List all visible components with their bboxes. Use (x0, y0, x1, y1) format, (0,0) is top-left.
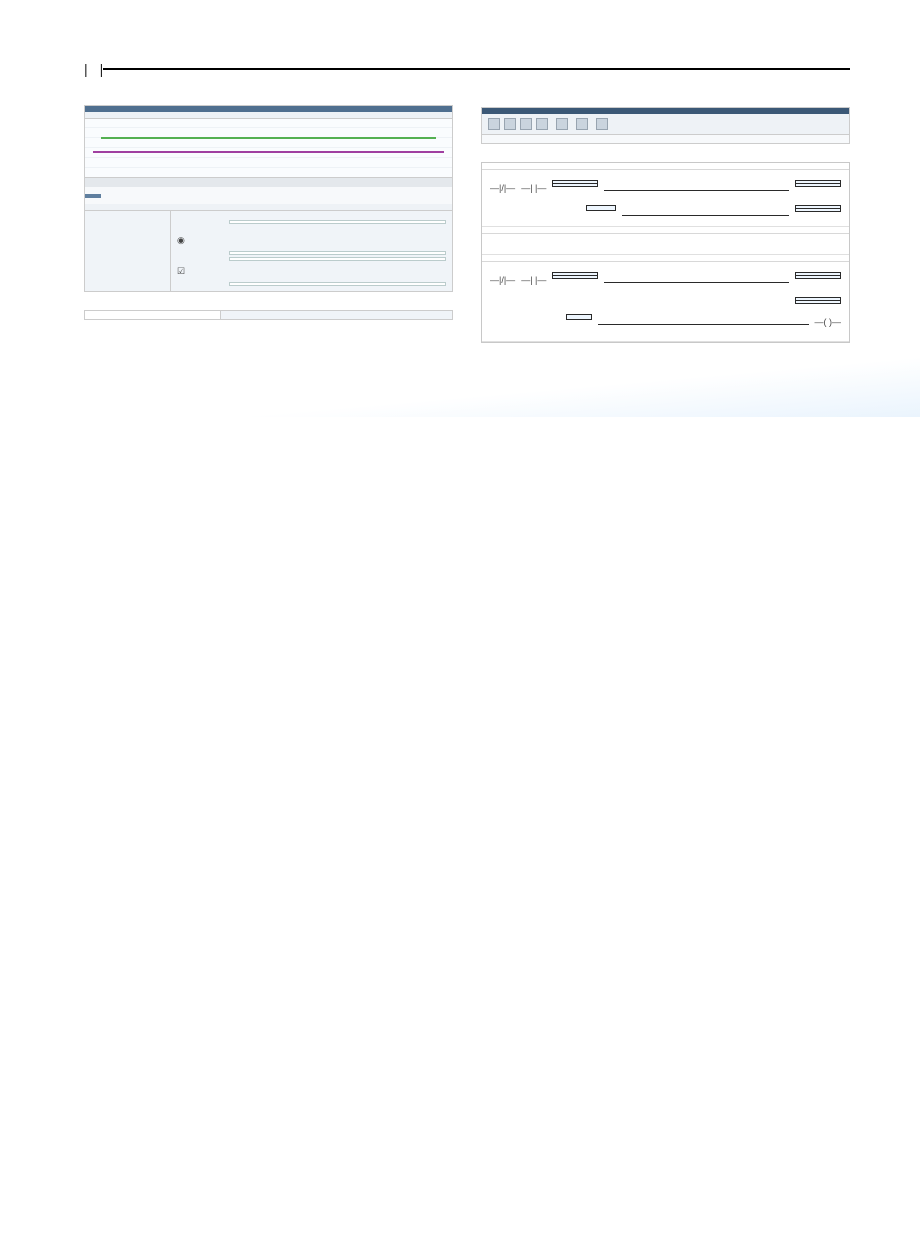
toolbar-icon[interactable] (504, 118, 516, 130)
fig6-box-move1 (795, 205, 841, 212)
fig3-mask-value[interactable] (229, 257, 446, 261)
fig6-network-5: —|/|— —| |— (482, 174, 849, 227)
right-column: —|/|— —| |— (481, 105, 850, 361)
fig3-main-panel: ◉ ☑ (171, 211, 452, 291)
toolbar-icon[interactable] (556, 118, 568, 130)
fig3-toolbar[interactable] (85, 112, 452, 119)
fig6-box-ptrig (552, 180, 598, 187)
toolbar-icon[interactable] (596, 118, 608, 130)
fig6-seg6-title[interactable] (482, 227, 849, 234)
toolbar-icon[interactable] (488, 118, 500, 130)
fig3-scrollbar[interactable] (85, 177, 452, 187)
header-rule (103, 68, 850, 70)
fig3-tabs[interactable] (85, 204, 452, 211)
fig6-seg5-title[interactable] (482, 163, 849, 170)
fig6-box-ptrig2 (552, 272, 598, 279)
fig6-network-7: —|/|— —| |— (482, 266, 849, 342)
left-column: ◉ ☑ (84, 105, 453, 361)
fig6-cmp2-box (566, 314, 592, 320)
fig3-side-tree[interactable] (85, 211, 171, 291)
toolbar-icon[interactable] (520, 118, 532, 130)
page-header: | | (84, 56, 850, 83)
figure-4 (84, 310, 453, 320)
toolbar-icon[interactable] (576, 118, 588, 130)
fig3-network-canvas[interactable] (85, 119, 452, 177)
fig3-panel-title[interactable] (85, 194, 101, 198)
figure-5 (481, 107, 850, 144)
fig3-subnet-value[interactable] (229, 220, 446, 224)
fig6-box-move2 (795, 272, 841, 279)
fig6-seg6-code (482, 238, 849, 255)
fig4-properties (221, 311, 452, 319)
fig6-box-move3 (795, 297, 841, 304)
fig3-ip-value[interactable] (229, 251, 446, 255)
figure-3: ◉ ☑ (84, 105, 453, 292)
fig4-project-tree[interactable] (85, 311, 221, 319)
fig6-seg7-title[interactable] (482, 255, 849, 262)
header-bar-left: | (84, 56, 88, 83)
fig6-box-add (795, 180, 841, 187)
toolbar-icon[interactable] (536, 118, 548, 130)
figure-6: —|/|— —| |— (481, 162, 850, 343)
fig3-zoom[interactable] (93, 169, 444, 173)
fig5-toolbar[interactable] (482, 114, 849, 135)
fig6-cmp-box (586, 205, 616, 211)
fig3-router-value[interactable] (229, 282, 446, 286)
fig5-block-name (482, 135, 849, 143)
